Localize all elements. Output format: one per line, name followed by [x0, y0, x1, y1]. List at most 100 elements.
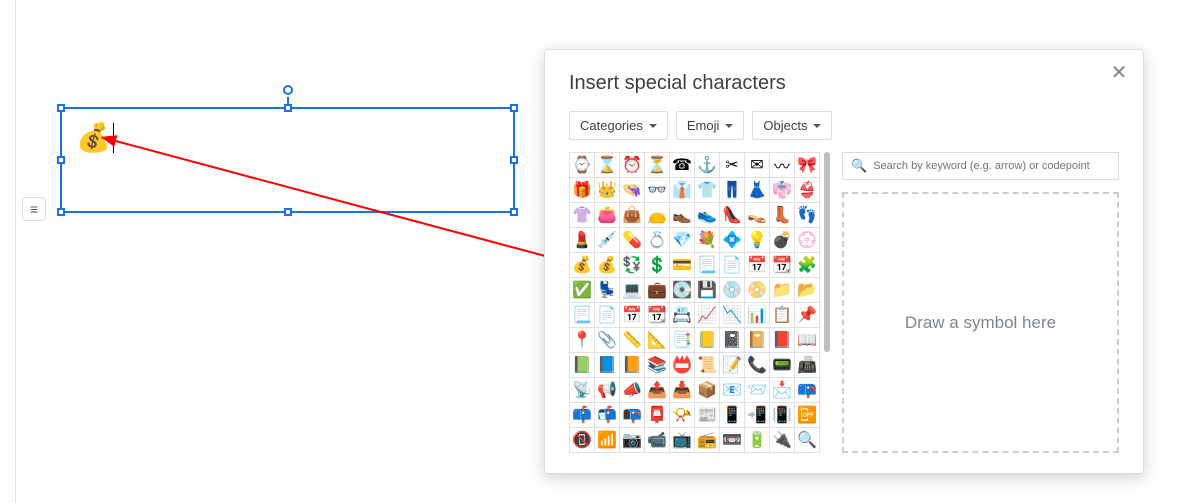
draw-symbol-area[interactable]: Draw a symbol here — [842, 192, 1119, 453]
emoji-cell[interactable]: 📏 — [620, 328, 645, 353]
text-box[interactable]: 💰 — [60, 107, 515, 213]
resize-handle-s[interactable] — [284, 208, 292, 216]
emoji-cell[interactable]: 📄 — [720, 253, 745, 278]
emoji-cell[interactable]: 📬 — [595, 403, 620, 428]
emoji-cell[interactable]: 📒 — [695, 328, 720, 353]
emoji-cell[interactable]: 📃 — [695, 253, 720, 278]
emoji-cell[interactable]: 💉 — [595, 228, 620, 253]
emoji-cell[interactable]: 👜 — [620, 203, 645, 228]
emoji-cell[interactable]: 👣 — [795, 203, 820, 228]
emoji-cell[interactable]: 📉 — [720, 303, 745, 328]
emoji-cell[interactable]: 💄 — [570, 228, 595, 253]
emoji-cell[interactable]: 📂 — [795, 278, 820, 303]
emoji-cell[interactable]: 📠 — [795, 353, 820, 378]
emoji-cell[interactable]: 💻 — [620, 278, 645, 303]
emoji-cell[interactable]: ⏰ — [620, 153, 645, 178]
emoji-cell[interactable]: 👕 — [695, 178, 720, 203]
emoji-cell[interactable]: 📛 — [670, 353, 695, 378]
emoji-cell[interactable]: 👞 — [670, 203, 695, 228]
emoji-cell[interactable]: 📊 — [745, 303, 770, 328]
emoji-cell[interactable]: 👟 — [695, 203, 720, 228]
emoji-cell[interactable]: 📲 — [745, 403, 770, 428]
emoji-cell[interactable]: 📈 — [695, 303, 720, 328]
emoji-cell[interactable]: 📘 — [595, 353, 620, 378]
emoji-cell[interactable]: 💐 — [695, 228, 720, 253]
emoji-cell[interactable]: 📕 — [770, 328, 795, 353]
emoji-cell[interactable]: 〰 — [770, 153, 795, 178]
emoji-cell[interactable]: 💣 — [770, 228, 795, 253]
emoji-cell[interactable]: 👑 — [595, 178, 620, 203]
emoji-cell[interactable]: 💳 — [670, 253, 695, 278]
emoji-cell[interactable]: ⌛ — [595, 153, 620, 178]
emoji-cell[interactable]: 📔 — [745, 328, 770, 353]
resize-handle-w[interactable] — [57, 156, 65, 164]
emoji-cell[interactable]: 📖 — [795, 328, 820, 353]
emoji-cell[interactable]: 📀 — [745, 278, 770, 303]
emoji-cell[interactable]: 👔 — [670, 178, 695, 203]
emoji-cell[interactable]: 📑 — [670, 328, 695, 353]
search-box[interactable]: 🔍 — [842, 152, 1119, 180]
resize-handle-ne[interactable] — [510, 104, 518, 112]
emoji-cell[interactable]: 📼 — [720, 428, 745, 453]
emoji-cell[interactable]: 📆 — [645, 303, 670, 328]
emoji-cell[interactable]: 💮 — [795, 228, 820, 253]
emoji-cell[interactable]: 📝 — [720, 353, 745, 378]
emoji-cell[interactable]: 📩 — [770, 378, 795, 403]
emoji-cell[interactable]: 📳 — [770, 403, 795, 428]
emoji-cell[interactable]: 💼 — [645, 278, 670, 303]
emoji-cell[interactable]: ✉ — [745, 153, 770, 178]
emoji-cell[interactable]: 📚 — [645, 353, 670, 378]
emoji-cell[interactable]: 📢 — [595, 378, 620, 403]
emoji-cell[interactable]: 💾 — [695, 278, 720, 303]
emoji-cell[interactable]: 📡 — [570, 378, 595, 403]
emoji-cell[interactable]: 📱 — [720, 403, 745, 428]
emoji-cell[interactable]: 📺 — [670, 428, 695, 453]
emoji-cell[interactable]: ✂ — [720, 153, 745, 178]
objects-dropdown[interactable]: Objects — [752, 111, 832, 140]
resize-handle-nw[interactable] — [57, 104, 65, 112]
emoji-cell[interactable]: ⚓ — [695, 153, 720, 178]
emoji-cell[interactable]: 💊 — [620, 228, 645, 253]
emoji-cell[interactable]: 📗 — [570, 353, 595, 378]
search-input[interactable] — [873, 160, 1110, 172]
emoji-cell[interactable]: 🔋 — [745, 428, 770, 453]
emoji-cell[interactable]: 📹 — [645, 428, 670, 453]
emoji-cell[interactable]: 📐 — [645, 328, 670, 353]
emoji-cell[interactable]: 👓 — [645, 178, 670, 203]
emoji-cell[interactable]: 📦 — [695, 378, 720, 403]
emoji-cell[interactable]: 👡 — [745, 203, 770, 228]
resize-handle-n[interactable] — [284, 104, 292, 112]
scrollbar[interactable] — [824, 152, 830, 352]
emoji-cell[interactable]: 💺 — [595, 278, 620, 303]
scrollbar-thumb[interactable] — [824, 152, 830, 352]
emoji-dropdown[interactable]: Emoji — [676, 111, 745, 140]
emoji-cell[interactable]: 📆 — [770, 253, 795, 278]
emoji-cell[interactable]: 👝 — [645, 203, 670, 228]
emoji-cell[interactable]: 📍 — [570, 328, 595, 353]
emoji-cell[interactable]: 📪 — [795, 378, 820, 403]
emoji-cell[interactable]: 📤 — [645, 378, 670, 403]
emoji-cell[interactable]: 📣 — [620, 378, 645, 403]
emoji-cell[interactable]: 📰 — [695, 403, 720, 428]
emoji-cell[interactable]: 📭 — [620, 403, 645, 428]
emoji-cell[interactable]: 👠 — [720, 203, 745, 228]
emoji-cell[interactable]: 💱 — [620, 253, 645, 278]
emoji-cell[interactable]: 📄 — [595, 303, 620, 328]
emoji-cell[interactable]: 📶 — [595, 428, 620, 453]
emoji-cell[interactable]: 📞 — [745, 353, 770, 378]
emoji-cell[interactable]: 🔍 — [795, 428, 820, 453]
emoji-cell[interactable]: 👗 — [745, 178, 770, 203]
emoji-cell[interactable]: 📁 — [770, 278, 795, 303]
emoji-cell[interactable]: 📙 — [620, 353, 645, 378]
emoji-cell[interactable]: 📧 — [720, 378, 745, 403]
emoji-cell[interactable]: 📷 — [620, 428, 645, 453]
emoji-cell[interactable]: 🧩 — [795, 253, 820, 278]
emoji-cell[interactable]: 📨 — [745, 378, 770, 403]
emoji-cell[interactable]: 📋 — [770, 303, 795, 328]
emoji-cell[interactable]: 📥 — [670, 378, 695, 403]
emoji-cell[interactable]: 📜 — [695, 353, 720, 378]
emoji-cell[interactable]: ⏳ — [645, 153, 670, 178]
emoji-cell[interactable]: 🔌 — [770, 428, 795, 453]
emoji-cell[interactable]: 📵 — [570, 428, 595, 453]
emoji-cell[interactable]: 👘 — [770, 178, 795, 203]
